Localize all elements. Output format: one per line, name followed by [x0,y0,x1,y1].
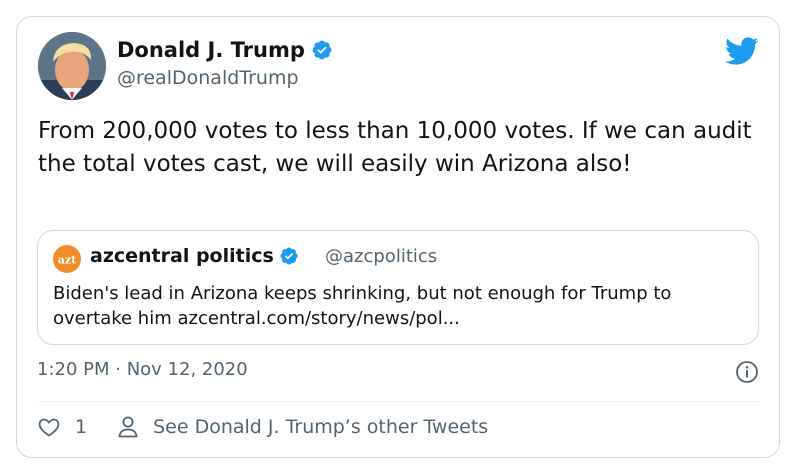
heart-icon[interactable] [37,415,61,439]
quoted-tweet[interactable]: azt azcentral politics @azcpolitics Bide… [37,230,759,345]
author-avatar[interactable] [38,32,106,100]
tweet-text: From 200,000 votes to less than 10,000 v… [38,118,752,177]
tweet-card[interactable]: Donald J. Trump @realDonaldTrump From 20… [16,16,780,458]
other-tweets-link[interactable]: See Donald J. Trump’s other Tweets [153,416,488,438]
author-name[interactable]: Donald J. Trump [117,38,333,62]
tweet-actions: 1 See Donald J. Trump’s other Tweets [37,415,488,439]
quoted-avatar-label: azt [58,254,77,267]
divider [37,401,759,402]
verified-badge-icon [311,39,333,61]
twitter-bird-icon[interactable] [725,37,759,67]
quoted-author-avatar[interactable]: azt [53,245,81,273]
verified-badge-icon [279,246,299,266]
quoted-author-name[interactable]: azcentral politics [90,245,299,267]
user-icon[interactable] [117,415,139,439]
info-icon[interactable] [735,360,759,384]
author-handle[interactable]: @realDonaldTrump [117,67,299,89]
author-name-text[interactable]: Donald J. Trump [117,38,305,62]
quoted-tweet-text: Biden's lead in Arizona keeps shrinking,… [53,283,672,329]
quoted-author-handle[interactable]: @azcpolitics [325,246,437,267]
quoted-author-name-text[interactable]: azcentral politics [90,245,274,267]
like-count[interactable]: 1 [75,416,87,438]
tweet-timestamp[interactable]: 1:20 PM · Nov 12, 2020 [37,359,248,380]
